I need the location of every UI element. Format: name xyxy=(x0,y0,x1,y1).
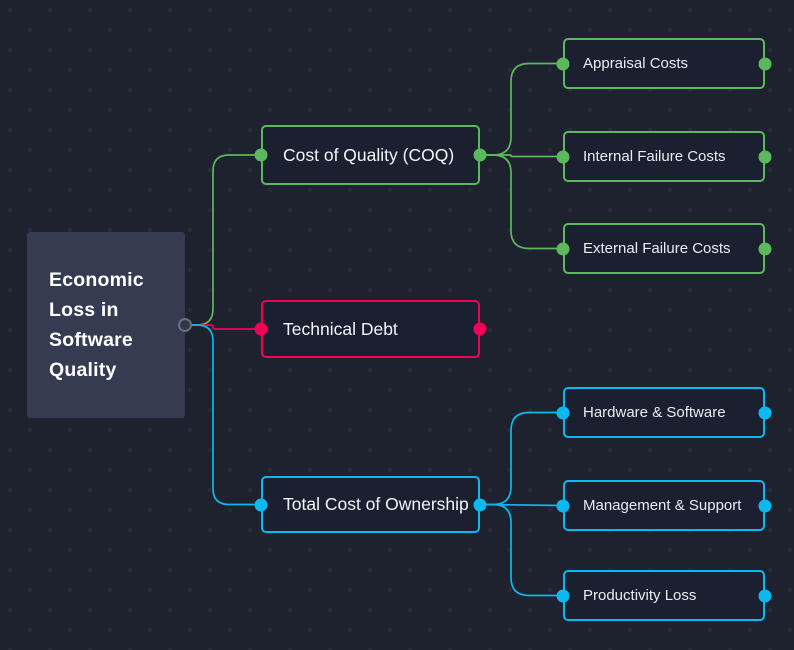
edge-coq-to-appraisal xyxy=(479,62,564,156)
port-in-appraisal[interactable] xyxy=(556,57,570,70)
port-out-appraisal[interactable] xyxy=(758,57,772,70)
leaf-node-management-support[interactable]: Management & Support xyxy=(563,480,765,531)
port-out-root[interactable] xyxy=(178,318,192,332)
branch-node-coq-label: Cost of Quality (COQ) xyxy=(283,144,455,165)
edge-coq-to-internal-failure xyxy=(479,154,564,158)
port-in-technical-debt[interactable] xyxy=(254,322,268,336)
port-in-tco[interactable] xyxy=(254,498,268,511)
port-out-external-failure[interactable] xyxy=(758,242,772,255)
edge-root-to-technical-debt xyxy=(184,324,262,330)
root-node[interactable]: Economic Loss in Software Quality xyxy=(27,232,185,418)
branch-node-technical-debt-label: Technical Debt xyxy=(283,318,398,339)
port-out-coq[interactable] xyxy=(473,148,487,162)
mindmap-canvas: Economic Loss in Software Quality Cost of… xyxy=(0,0,794,650)
leaf-node-internal-failure-label: Internal Failure Costs xyxy=(583,147,726,165)
root-node-label: Economic Loss in Software Quality xyxy=(49,269,144,381)
edge-tco-to-productivity-loss xyxy=(479,503,564,597)
port-in-hardware-software[interactable] xyxy=(556,406,570,419)
branch-node-tco-label: Total Cost of Ownership xyxy=(283,494,469,514)
port-out-productivity-loss[interactable] xyxy=(758,589,772,602)
leaf-node-appraisal[interactable]: Appraisal Costs xyxy=(563,38,765,89)
port-out-hardware-software[interactable] xyxy=(758,406,772,419)
branch-node-coq[interactable]: Cost of Quality (COQ) xyxy=(261,125,480,185)
port-in-management-support[interactable] xyxy=(556,499,570,512)
port-in-coq[interactable] xyxy=(254,148,268,162)
leaf-node-appraisal-label: Appraisal Costs xyxy=(583,54,689,72)
port-out-internal-failure[interactable] xyxy=(758,150,772,163)
edge-tco-to-hardware-software xyxy=(479,411,564,506)
port-out-management-support[interactable] xyxy=(758,499,772,512)
branch-node-tco[interactable]: Total Cost of Ownership xyxy=(261,476,480,533)
port-in-external-failure[interactable] xyxy=(556,242,570,255)
leaf-node-external-failure-label: External Failure Costs xyxy=(583,239,731,257)
edge-coq-to-external-failure xyxy=(479,154,564,250)
leaf-node-management-support-label: Management & Support xyxy=(583,496,742,514)
port-in-productivity-loss[interactable] xyxy=(556,589,570,602)
edge-root-to-tco xyxy=(184,324,262,506)
leaf-node-productivity-loss-label: Productivity Loss xyxy=(583,586,697,604)
branch-node-technical-debt[interactable]: Technical Debt xyxy=(261,300,480,358)
edge-tco-to-management-support xyxy=(479,503,564,507)
leaf-node-hardware-software-label: Hardware & Software xyxy=(583,403,726,421)
port-in-internal-failure[interactable] xyxy=(556,150,570,163)
port-out-tco[interactable] xyxy=(473,498,487,511)
leaf-node-external-failure[interactable]: External Failure Costs xyxy=(563,223,765,274)
edge-root-to-coq xyxy=(184,154,262,326)
port-out-technical-debt[interactable] xyxy=(473,322,487,336)
leaf-node-hardware-software[interactable]: Hardware & Software xyxy=(563,387,765,438)
leaf-node-productivity-loss[interactable]: Productivity Loss xyxy=(563,570,765,621)
leaf-node-internal-failure[interactable]: Internal Failure Costs xyxy=(563,131,765,182)
